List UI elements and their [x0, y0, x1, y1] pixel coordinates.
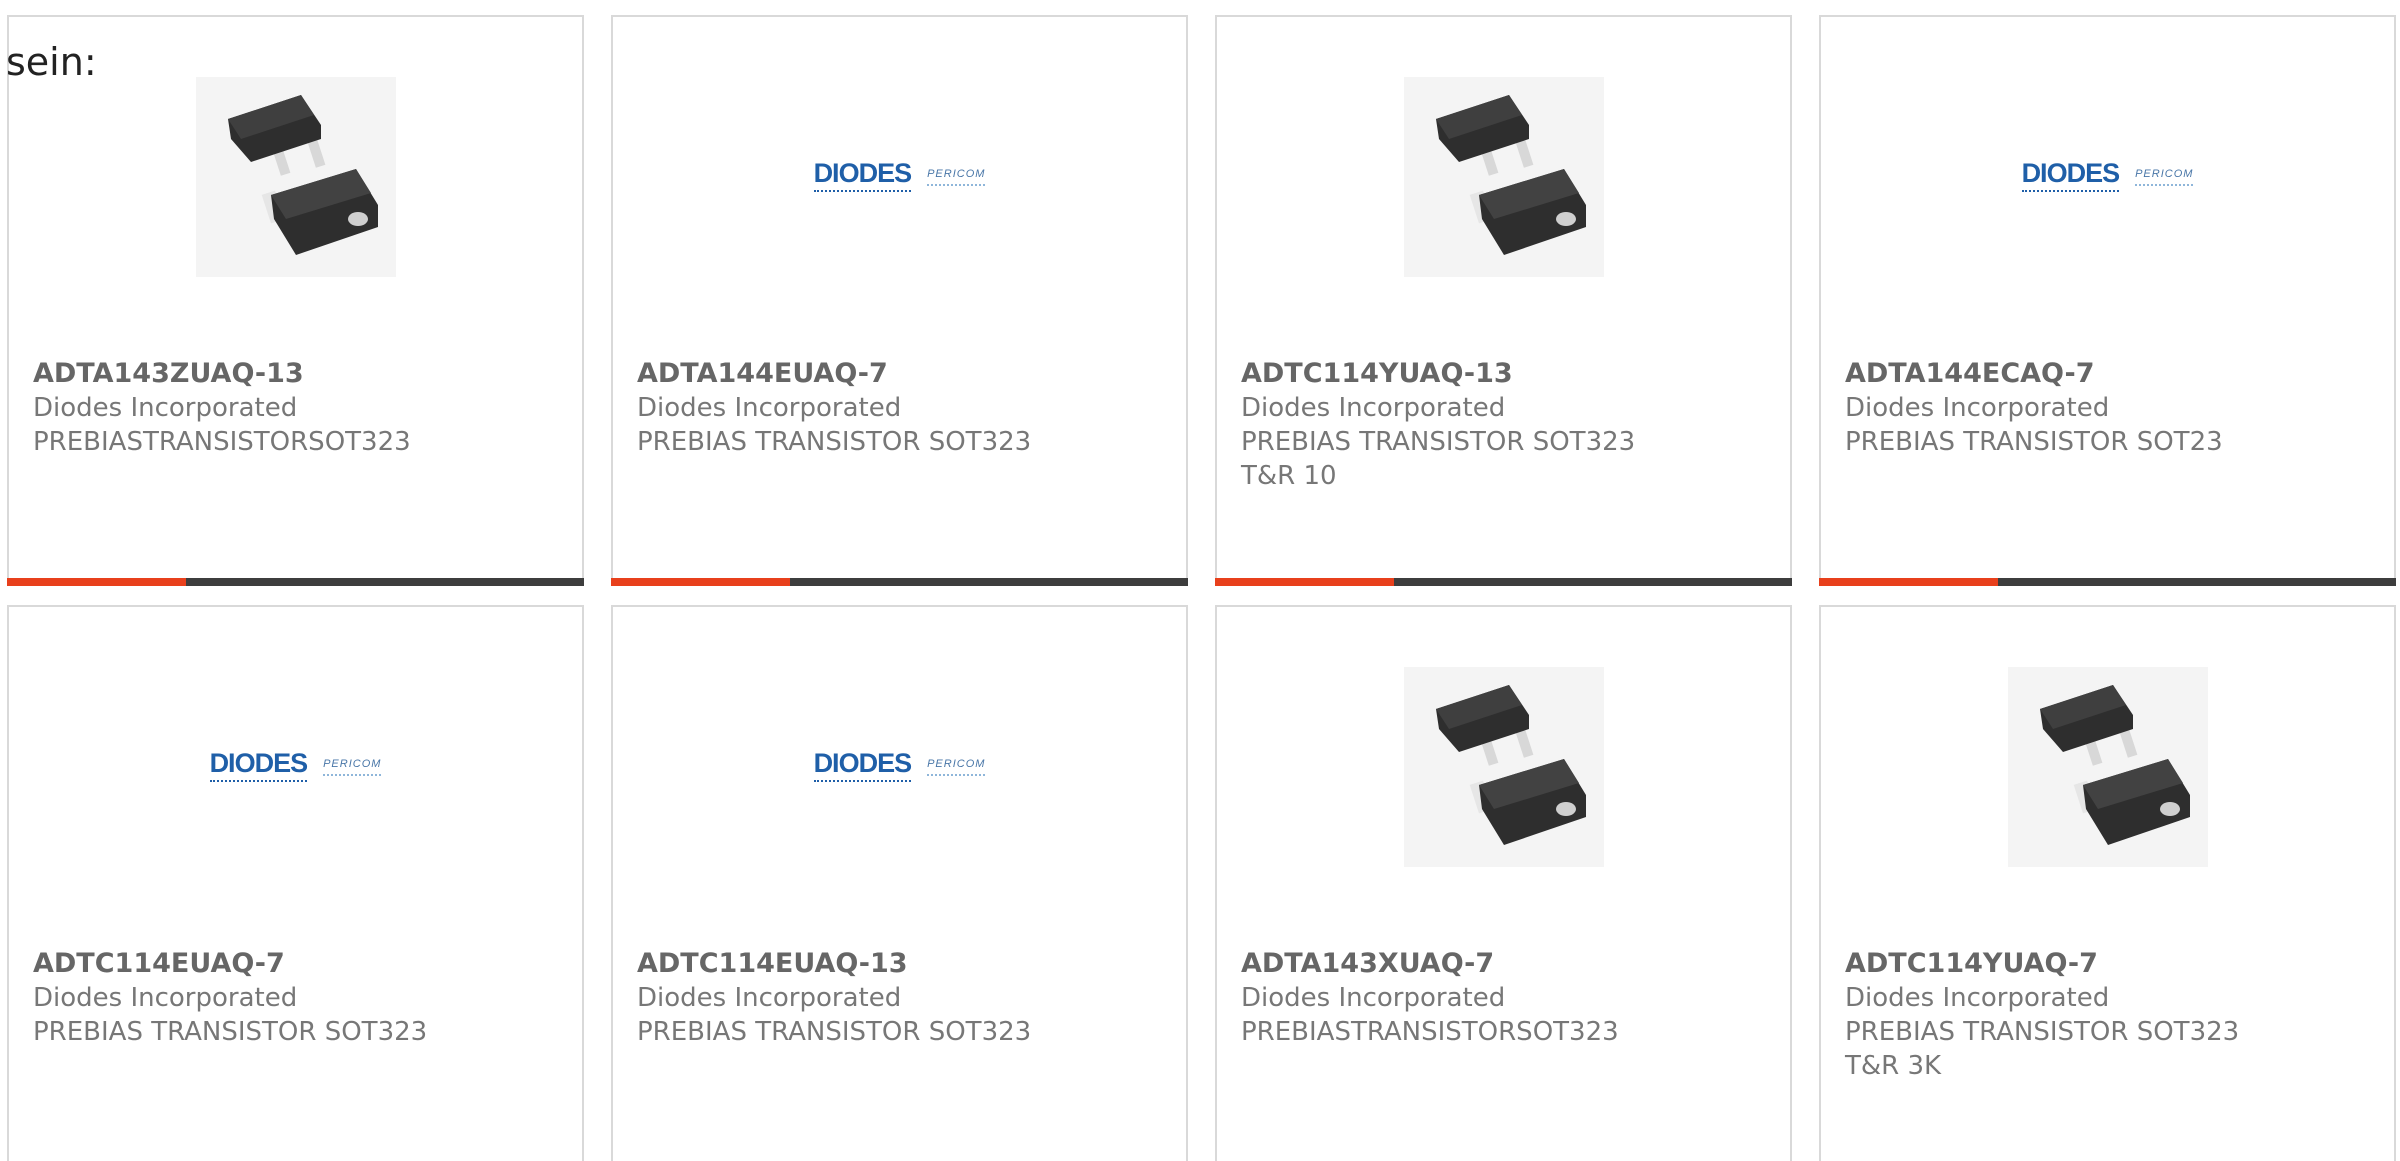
- product-card[interactable]: DIODES PERICOM ADTA144ECAQ-7 Diodes Inco…: [1819, 15, 2396, 586]
- progress-bar: [1215, 578, 1792, 586]
- product-info: ADTC114YUAQ-13 Diodes Incorporated PREBI…: [1241, 357, 1770, 493]
- product-image: DIODES PERICOM: [1821, 77, 2394, 277]
- logo-sub: PERICOM: [2135, 168, 2194, 186]
- description: PREBIAS TRANSISTOR SOT323: [637, 1017, 1032, 1047]
- part-number[interactable]: ADTA143XUAQ-7: [1241, 947, 1770, 981]
- description-extra: T&R 3K: [1845, 1051, 1942, 1081]
- description: PREBIAS TRANSISTOR SOT23: [1845, 427, 2223, 457]
- product-grid-page: sein: ADTA143ZUAQ-13 Diodes Incorporated…: [0, 0, 2400, 1161]
- product-info: ADTA144EUAQ-7 Diodes Incorporated PREBIA…: [637, 357, 1166, 459]
- logo-sub: PERICOM: [323, 758, 382, 776]
- product-info: ADTC114EUAQ-7 Diodes Incorporated PREBIA…: [33, 947, 562, 1049]
- logo-brand: DIODES: [813, 160, 912, 192]
- progress-fill: [611, 578, 790, 586]
- product-image: [1821, 667, 2394, 867]
- logo-sub-name: PERICOM: [927, 168, 986, 180]
- part-number[interactable]: ADTA144EUAQ-7: [637, 357, 1166, 391]
- part-number[interactable]: ADTC114YUAQ-7: [1845, 947, 2374, 981]
- logo-sub-name: PERICOM: [927, 758, 986, 770]
- product-image: [9, 77, 582, 277]
- diodes-pericom-logo: DIODES PERICOM: [2021, 160, 2194, 192]
- description: PREBIAS TRANSISTOR SOT323: [33, 1017, 428, 1047]
- sot323-chip-icon: [2007, 667, 2208, 867]
- progress-fill: [1215, 578, 1394, 586]
- sot323-chip-icon: [1403, 667, 1604, 867]
- sot323-chip-icon: [1403, 77, 1604, 277]
- logo-sub-name: PERICOM: [323, 758, 382, 770]
- manufacturer: Diodes Incorporated: [1241, 393, 1506, 423]
- diodes-pericom-logo: DIODES PERICOM: [813, 160, 986, 192]
- logo-brand: DIODES: [209, 750, 308, 782]
- product-card[interactable]: DIODES PERICOM ADTC114EUAQ-7 Diodes Inco…: [7, 605, 584, 1161]
- progress-fill: [1819, 578, 1998, 586]
- product-card[interactable]: ADTC114YUAQ-7 Diodes Incorporated PREBIA…: [1819, 605, 2396, 1161]
- product-image: DIODES PERICOM: [613, 77, 1186, 277]
- part-number[interactable]: ADTA144ECAQ-7: [1845, 357, 2374, 391]
- logo-brand: DIODES: [813, 750, 912, 782]
- manufacturer: Diodes Incorporated: [1845, 983, 2110, 1013]
- product-card[interactable]: DIODES PERICOM ADTC114EUAQ-13 Diodes Inc…: [611, 605, 1188, 1161]
- logo-sub: PERICOM: [927, 168, 986, 186]
- product-image: [1217, 77, 1790, 277]
- manufacturer: Diodes Incorporated: [637, 393, 902, 423]
- logo-sub-name: PERICOM: [2135, 168, 2194, 180]
- product-info: ADTA144ECAQ-7 Diodes Incorporated PREBIA…: [1845, 357, 2374, 459]
- product-info: ADTA143XUAQ-7 Diodes Incorporated PREBIA…: [1241, 947, 1770, 1049]
- description: PREBIAS TRANSISTOR SOT323: [1845, 1017, 2240, 1047]
- part-number[interactable]: ADTC114EUAQ-13: [637, 947, 1166, 981]
- diodes-pericom-logo: DIODES PERICOM: [813, 750, 986, 782]
- progress-fill: [7, 578, 186, 586]
- product-card[interactable]: ADTA143XUAQ-7 Diodes Incorporated PREBIA…: [1215, 605, 1792, 1161]
- product-info: ADTC114EUAQ-13 Diodes Incorporated PREBI…: [637, 947, 1166, 1049]
- description-extra: T&R 10: [1241, 461, 1337, 491]
- manufacturer: Diodes Incorporated: [637, 983, 902, 1013]
- product-image: [1217, 667, 1790, 867]
- manufacturer: Diodes Incorporated: [33, 393, 298, 423]
- description: PREBIAS TRANSISTOR SOT323: [1241, 427, 1636, 457]
- description: PREBIASTRANSISTORSOT323: [1241, 1017, 1619, 1047]
- part-number[interactable]: ADTC114YUAQ-13: [1241, 357, 1770, 391]
- logo-sub: PERICOM: [927, 758, 986, 776]
- product-card[interactable]: ADTA143ZUAQ-13 Diodes Incorporated PREBI…: [7, 15, 584, 586]
- diodes-pericom-logo: DIODES PERICOM: [209, 750, 382, 782]
- progress-bar: [611, 578, 1188, 586]
- logo-brand: DIODES: [2021, 160, 2120, 192]
- product-info: ADTA143ZUAQ-13 Diodes Incorporated PREBI…: [33, 357, 562, 459]
- product-info: ADTC114YUAQ-7 Diodes Incorporated PREBIA…: [1845, 947, 2374, 1083]
- product-card[interactable]: DIODES PERICOM ADTA144EUAQ-7 Diodes Inco…: [611, 15, 1188, 586]
- product-image: DIODES PERICOM: [9, 667, 582, 867]
- intro-text: sein:: [6, 40, 97, 84]
- manufacturer: Diodes Incorporated: [1845, 393, 2110, 423]
- manufacturer: Diodes Incorporated: [1241, 983, 1506, 1013]
- manufacturer: Diodes Incorporated: [33, 983, 298, 1013]
- progress-bar: [1819, 578, 2396, 586]
- progress-bar: [7, 578, 584, 586]
- sot323-chip-icon: [195, 77, 396, 277]
- part-number[interactable]: ADTA143ZUAQ-13: [33, 357, 562, 391]
- product-card[interactable]: ADTC114YUAQ-13 Diodes Incorporated PREBI…: [1215, 15, 1792, 586]
- part-number[interactable]: ADTC114EUAQ-7: [33, 947, 562, 981]
- product-image: DIODES PERICOM: [613, 667, 1186, 867]
- description: PREBIAS TRANSISTOR SOT323: [637, 427, 1032, 457]
- description: PREBIASTRANSISTORSOT323: [33, 427, 411, 457]
